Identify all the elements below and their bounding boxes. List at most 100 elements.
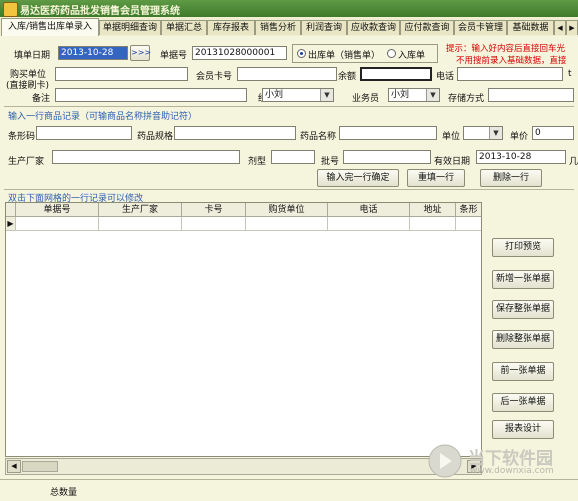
batch-field[interactable] xyxy=(343,150,431,164)
next-doc-button[interactable]: 后一张单据 xyxy=(492,393,554,412)
expiry-cut-label: 几 xyxy=(569,157,578,167)
form-field[interactable] xyxy=(271,150,315,164)
batch-label: 批号 xyxy=(321,157,340,167)
new-doc-button[interactable]: 新增一张单据 xyxy=(492,270,554,289)
save-doc-button[interactable]: 保存整张单据 xyxy=(492,300,554,319)
tab-receivable-query[interactable]: 应收款查询 xyxy=(347,20,400,35)
handler-select[interactable]: 小刘 ▼ xyxy=(262,88,334,102)
table-cell[interactable] xyxy=(99,217,182,231)
expiry-field[interactable]: 2013-10-28 xyxy=(476,150,566,164)
price-field[interactable]: 0 xyxy=(532,126,574,140)
maker-label: 生产厂家 xyxy=(8,157,45,167)
buyer-sublabel: (直接刷卡) xyxy=(6,81,50,91)
tab-detail-query[interactable]: 单据明细查询 xyxy=(99,20,161,35)
table-cell[interactable] xyxy=(410,217,456,231)
tab-inventory-report[interactable]: 库存报表 xyxy=(207,20,255,35)
unit-label: 单位 xyxy=(442,132,461,142)
window-title: 易达医药药品批发销售会员管理系统 xyxy=(20,6,180,17)
grid-corner xyxy=(6,203,16,217)
row-marker: ▶ xyxy=(6,217,16,231)
tab-summary[interactable]: 单据汇总 xyxy=(161,20,207,35)
storage-label: 存储方式 xyxy=(448,94,485,104)
col-header[interactable]: 地址 xyxy=(410,203,456,217)
radio-out[interactable] xyxy=(297,49,306,58)
card-label: 会员卡号 xyxy=(196,72,233,82)
scroll-thumb[interactable] xyxy=(22,461,58,472)
remark-label: 备注 xyxy=(32,94,51,104)
spec-field[interactable] xyxy=(174,126,296,140)
balance-field[interactable] xyxy=(360,67,432,81)
phone-field[interactable] xyxy=(457,67,563,81)
grid-horizontal-scrollbar[interactable]: ◀ ▶ xyxy=(5,458,482,475)
buyer-field[interactable] xyxy=(55,67,188,81)
col-header[interactable]: 卡号 xyxy=(182,203,246,217)
chevron-down-icon[interactable]: ▼ xyxy=(426,89,439,101)
price-label: 单价 xyxy=(510,132,529,142)
entry-section-title: 输入一行商品记录（可输商品名称拼音助记符） xyxy=(8,112,198,122)
delete-row-button[interactable]: 删除一行 xyxy=(480,169,542,187)
table-cell[interactable] xyxy=(328,217,410,231)
radio-out-label: 出库单（销售单） xyxy=(308,51,381,61)
salesman-select[interactable]: 小刘 ▼ xyxy=(388,88,440,102)
tab-profit-query[interactable]: 利润查询 xyxy=(301,20,347,35)
remark-field[interactable] xyxy=(55,88,247,102)
tab-scroll-left-icon[interactable]: ◀ xyxy=(554,20,566,35)
name-field[interactable] xyxy=(339,126,437,140)
expiry-label: 有效日期 xyxy=(434,157,471,167)
delete-doc-button[interactable]: 删除整张单据 xyxy=(492,330,554,349)
tab-base-data[interactable]: 基础数据 xyxy=(507,20,554,35)
watermark-logo xyxy=(428,444,462,478)
app-icon xyxy=(3,2,18,17)
salesman-label: 业务员 xyxy=(352,94,380,104)
col-header[interactable]: 单据号 xyxy=(16,203,99,217)
maker-field[interactable] xyxy=(52,150,240,164)
unit-select[interactable]: ▼ xyxy=(463,126,503,140)
storage-field[interactable] xyxy=(488,88,574,102)
col-header[interactable]: 条形码 xyxy=(456,203,481,217)
divider xyxy=(4,106,574,107)
tab-scroll-right-icon[interactable]: ▶ xyxy=(566,20,578,35)
radio-in[interactable] xyxy=(387,49,396,58)
hint-line-1: 提示：输入好内容后直接回车光 xyxy=(446,44,566,54)
docno-field[interactable]: 20131028000001 xyxy=(192,46,287,60)
table-cell[interactable] xyxy=(182,217,246,231)
scroll-left-icon[interactable]: ◀ xyxy=(7,460,21,473)
col-header[interactable]: 生产厂家 xyxy=(99,203,182,217)
tab-entry[interactable]: 入库/销售出库单录入 xyxy=(1,18,99,36)
balance-label: 余额 xyxy=(338,72,357,82)
footer-bar: 总数量 xyxy=(0,479,578,501)
tab-sales-analysis[interactable]: 销售分析 xyxy=(255,20,301,35)
title-bar: 易达医药药品批发销售会员管理系统 xyxy=(0,0,578,17)
total-qty-label: 总数量 xyxy=(50,488,78,498)
card-field[interactable] xyxy=(237,67,337,81)
table-cell[interactable] xyxy=(246,217,328,231)
divider xyxy=(4,189,574,190)
docno-label: 单据号 xyxy=(160,51,188,61)
records-grid[interactable]: 单据号 生产厂家 卡号 购货单位 电话 地址 条形码 ▶ xyxy=(5,202,482,457)
print-preview-button[interactable]: 打印预览 xyxy=(492,238,554,257)
name-label: 药品名称 xyxy=(300,132,337,142)
salesman-value: 小刘 xyxy=(391,90,410,100)
refill-row-button[interactable]: 重填一行 xyxy=(407,169,465,187)
prev-doc-button[interactable]: 前一张单据 xyxy=(492,362,554,381)
confirm-row-button[interactable]: 输入完一行确定 xyxy=(317,169,399,187)
date-field[interactable]: 2013-10-28 xyxy=(58,46,128,60)
col-header[interactable]: 购货单位 xyxy=(246,203,328,217)
handler-value: 小刘 xyxy=(265,90,284,100)
form-label: 剂型 xyxy=(248,157,267,167)
watermark-url: www.downxia.com xyxy=(470,466,554,476)
col-header[interactable]: 电话 xyxy=(328,203,410,217)
barcode-field[interactable] xyxy=(36,126,132,140)
tab-payable-query[interactable]: 应付款查询 xyxy=(400,20,454,35)
table-cell[interactable] xyxy=(456,217,481,231)
report-design-button[interactable]: 报表设计 xyxy=(492,420,554,439)
tab-member-card[interactable]: 会员卡管理 xyxy=(454,20,507,35)
phone-cut-label: t xyxy=(568,69,572,79)
chevron-down-icon[interactable]: ▼ xyxy=(489,127,502,139)
phone-label: 电话 xyxy=(436,72,455,82)
hint-line-2: 不用搜前录入基础数据，直接 xyxy=(456,56,567,66)
date-label: 填单日期 xyxy=(14,51,51,61)
table-cell[interactable] xyxy=(16,217,99,231)
next-docno-button[interactable]: >>> xyxy=(130,45,151,61)
chevron-down-icon[interactable]: ▼ xyxy=(320,89,333,101)
